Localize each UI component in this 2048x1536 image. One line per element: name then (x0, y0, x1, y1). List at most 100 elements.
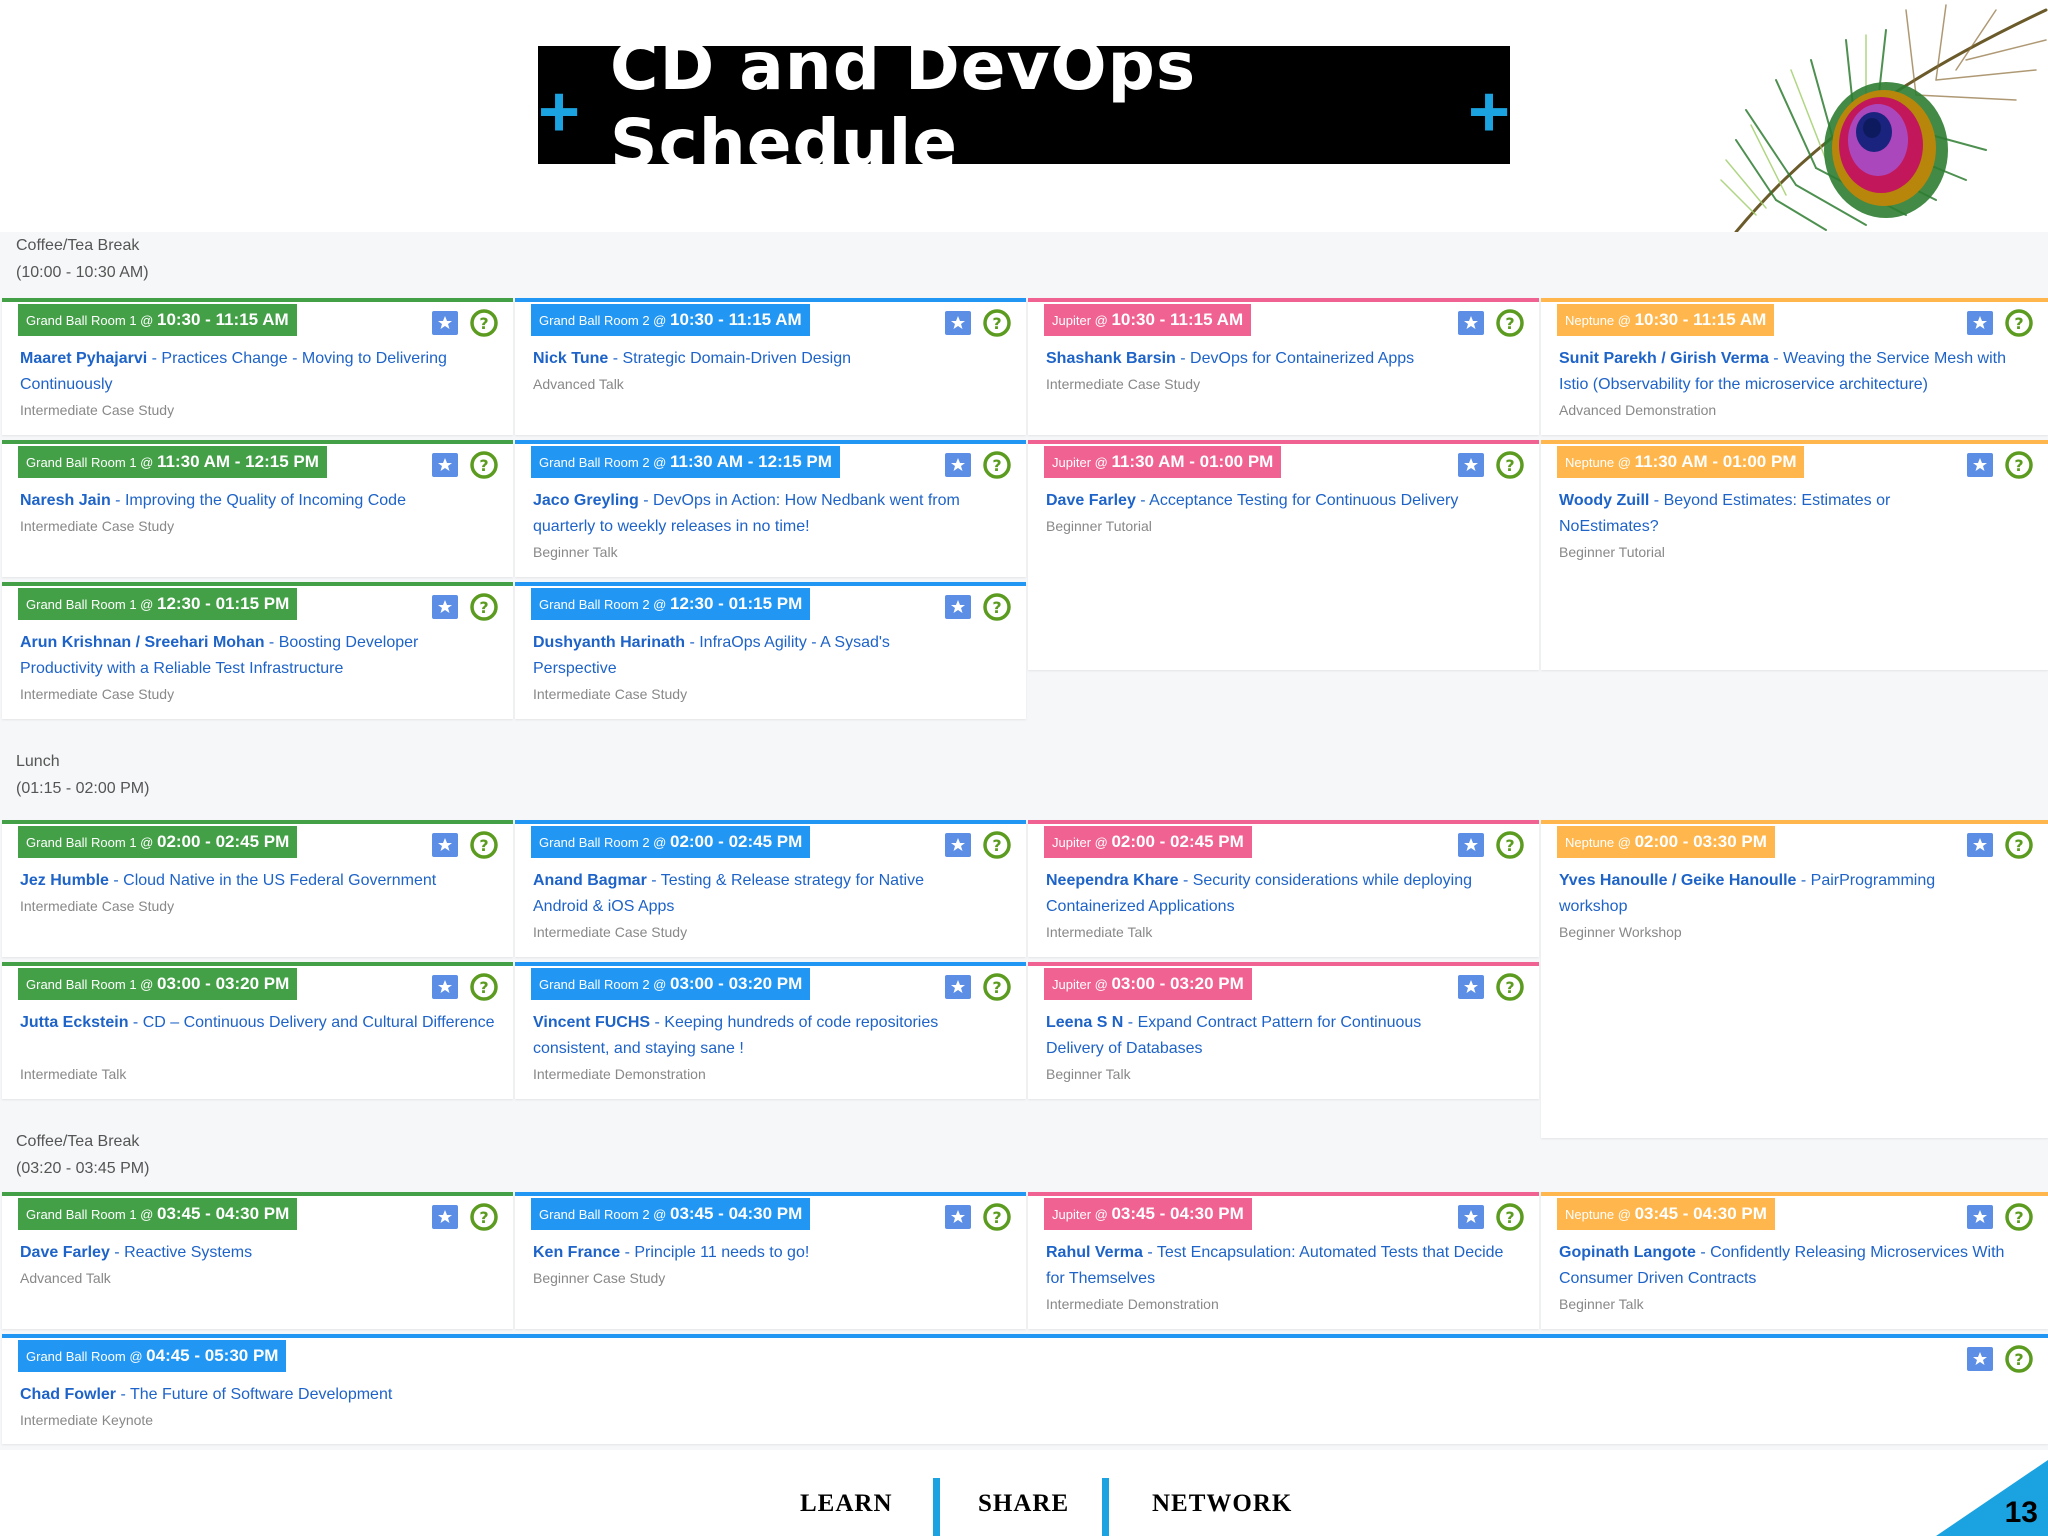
slide-title-box: + CD and DevOps Schedule + (538, 28, 1510, 182)
session-card[interactable]: Grand Ball Room 1 @ 03:45 - 04:30 PM ? D… (2, 1192, 513, 1329)
session-card[interactable]: Jupiter @ 10:30 - 11:15 AM ? Shashank Ba… (1028, 298, 1539, 435)
session-title[interactable]: Yves Hanoulle / Geike Hanoulle - PairPro… (1559, 868, 2008, 920)
session-title[interactable]: Neependra Khare - Security consideration… (1046, 868, 1525, 920)
session-title[interactable]: Gopinath Langote - Confidently Releasing… (1559, 1240, 2034, 1292)
session-room-time: Grand Ball Room 1 @ 02:00 - 02:45 PM (18, 826, 298, 858)
session-card[interactable]: Neptune @ 02:00 - 03:30 PM ? Yves Hanoul… (1541, 820, 2048, 1138)
question-icon[interactable]: ? (469, 1202, 499, 1232)
favorite-star-icon[interactable] (1966, 1204, 1994, 1230)
question-icon[interactable]: ? (2004, 1344, 2034, 1374)
session-title[interactable]: Jaco Greyling - DevOps in Action: How Ne… (533, 488, 1012, 540)
favorite-star-icon[interactable] (1966, 1346, 1994, 1372)
session-card[interactable]: Jupiter @ 02:00 - 02:45 PM ? Neependra K… (1028, 820, 1539, 957)
session-title[interactable]: Dave Farley - Acceptance Testing for Con… (1046, 488, 1525, 514)
session-room-time: Grand Ball Room 2 @ 11:30 AM - 12:15 PM (531, 446, 840, 478)
question-icon[interactable]: ? (982, 1202, 1012, 1232)
question-icon[interactable]: ? (982, 308, 1012, 338)
session-title[interactable]: Anand Bagmar - Testing & Release strateg… (533, 868, 976, 920)
favorite-star-icon[interactable] (1966, 832, 1994, 858)
question-icon[interactable]: ? (982, 450, 1012, 480)
session-card-keynote[interactable]: Grand Ball Room @ 04:45 - 05:30 PM ? Cha… (2, 1334, 2048, 1444)
question-icon[interactable]: ? (469, 972, 499, 1002)
favorite-star-icon[interactable] (1457, 452, 1485, 478)
question-icon[interactable]: ? (1495, 972, 1525, 1002)
session-card[interactable]: Grand Ball Room 1 @ 11:30 AM - 12:15 PM … (2, 440, 513, 577)
session-card[interactable]: Neptune @ 03:45 - 04:30 PM ? Gopinath La… (1541, 1192, 2048, 1329)
question-icon[interactable]: ? (1495, 1202, 1525, 1232)
question-icon[interactable]: ? (469, 450, 499, 480)
favorite-star-icon[interactable] (1457, 974, 1485, 1000)
favorite-star-icon[interactable] (944, 594, 972, 620)
session-card[interactable]: Grand Ball Room 2 @ 02:00 - 02:45 PM ? A… (515, 820, 1026, 957)
session-title[interactable]: Naresh Jain - Improving the Quality of I… (20, 488, 499, 514)
favorite-star-icon[interactable] (1457, 310, 1485, 336)
question-icon[interactable]: ? (1495, 830, 1525, 860)
favorite-star-icon[interactable] (431, 832, 459, 858)
session-title[interactable]: Leena S N - Expand Contract Pattern for … (1046, 1010, 1479, 1062)
session-card[interactable]: Grand Ball Room 2 @ 03:00 - 03:20 PM ? V… (515, 962, 1026, 1099)
session-title[interactable]: Jutta Eckstein - CD – Continuous Deliver… (20, 1010, 499, 1036)
session-card[interactable]: Grand Ball Room 1 @ 03:00 - 03:20 PM ? J… (2, 962, 513, 1099)
question-icon[interactable]: ? (469, 592, 499, 622)
question-icon[interactable]: ? (982, 830, 1012, 860)
question-icon[interactable]: ? (982, 972, 1012, 1002)
session-title[interactable]: Dave Farley - Reactive Systems (20, 1240, 499, 1266)
question-icon[interactable]: ? (469, 830, 499, 860)
page-number: 13 (2004, 1496, 2038, 1529)
session-room-time: Grand Ball Room 2 @ 03:00 - 03:20 PM (531, 968, 811, 1000)
session-card[interactable]: Grand Ball Room 1 @ 02:00 - 02:45 PM ? J… (2, 820, 513, 957)
question-icon[interactable]: ? (1495, 308, 1525, 338)
session-title[interactable]: Chad Fowler - The Future of Software Dev… (20, 1382, 2034, 1408)
favorite-star-icon[interactable] (1457, 1204, 1485, 1230)
session-card[interactable]: Grand Ball Room 2 @ 11:30 AM - 12:15 PM … (515, 440, 1026, 577)
favorite-star-icon[interactable] (1966, 310, 1994, 336)
favorite-star-icon[interactable] (431, 594, 459, 620)
session-card[interactable]: Grand Ball Room 1 @ 12:30 - 01:15 PM ? A… (2, 582, 513, 719)
favorite-star-icon[interactable] (431, 1204, 459, 1230)
question-icon[interactable]: ? (2004, 308, 2034, 338)
session-title[interactable]: Sunit Parekh / Girish Verma - Weaving th… (1559, 346, 2034, 398)
question-icon[interactable]: ? (1495, 450, 1525, 480)
question-icon[interactable]: ? (469, 308, 499, 338)
footer-share: SHARE (978, 1490, 1070, 1517)
favorite-star-icon[interactable] (944, 832, 972, 858)
svg-text:?: ? (992, 314, 1001, 333)
session-title[interactable]: Ken France - Principle 11 needs to go! (533, 1240, 1012, 1266)
session-card[interactable]: Grand Ball Room 2 @ 03:45 - 04:30 PM ? K… (515, 1192, 1026, 1329)
favorite-star-icon[interactable] (944, 974, 972, 1000)
session-card[interactable]: Grand Ball Room 2 @ 12:30 - 01:15 PM ? D… (515, 582, 1026, 719)
favorite-star-icon[interactable] (431, 974, 459, 1000)
session-card[interactable]: Neptune @ 10:30 - 11:15 AM ? Sunit Parek… (1541, 298, 2048, 435)
question-icon[interactable]: ? (2004, 1202, 2034, 1232)
session-card[interactable]: Jupiter @ 03:00 - 03:20 PM ? Leena S N -… (1028, 962, 1539, 1099)
favorite-star-icon[interactable] (431, 452, 459, 478)
favorite-star-icon[interactable] (944, 1204, 972, 1230)
peacock-feather-image (1720, 4, 2048, 232)
session-title[interactable]: Arun Krishnan / Sreehari Mohan - Boostin… (20, 630, 453, 682)
session-card[interactable]: Jupiter @ 11:30 AM - 01:00 PM ? Dave Far… (1028, 440, 1539, 670)
session-title[interactable]: Woody Zuill - Beyond Estimates: Estimate… (1559, 488, 1928, 540)
svg-text:?: ? (1505, 1208, 1514, 1227)
session-title[interactable]: Vincent FUCHS - Keeping hundreds of code… (533, 1010, 1012, 1062)
favorite-star-icon[interactable] (944, 310, 972, 336)
favorite-star-icon[interactable] (431, 310, 459, 336)
session-title[interactable]: Shashank Barsin - DevOps for Containeriz… (1046, 346, 1525, 372)
question-icon[interactable]: ? (982, 592, 1012, 622)
favorite-star-icon[interactable] (1966, 452, 1994, 478)
session-title[interactable]: Nick Tune - Strategic Domain-Driven Desi… (533, 346, 1012, 372)
question-icon[interactable]: ? (2004, 450, 2034, 480)
favorite-star-icon[interactable] (1457, 832, 1485, 858)
question-icon[interactable]: ? (2004, 830, 2034, 860)
favorite-star-icon[interactable] (944, 452, 972, 478)
session-card[interactable]: Jupiter @ 03:45 - 04:30 PM ? Rahul Verma… (1028, 1192, 1539, 1329)
session-card[interactable]: Grand Ball Room 2 @ 10:30 - 11:15 AM ? N… (515, 298, 1026, 435)
session-room-time: Neptune @ 11:30 AM - 01:00 PM (1557, 446, 1805, 478)
session-title[interactable]: Maaret Pyhajarvi - Practices Change - Mo… (20, 346, 499, 398)
session-card[interactable]: Grand Ball Room 1 @ 10:30 - 11:15 AM ? M… (2, 298, 513, 435)
session-title[interactable]: Jez Humble - Cloud Native in the US Fede… (20, 868, 499, 894)
session-title[interactable]: Rahul Verma - Test Encapsulation: Automa… (1046, 1240, 1525, 1292)
svg-text:?: ? (479, 978, 488, 997)
slide-title: CD and DevOps Schedule (610, 28, 1197, 182)
session-title[interactable]: Dushyanth Harinath - InfraOps Agility - … (533, 630, 946, 682)
session-card[interactable]: Neptune @ 11:30 AM - 01:00 PM ? Woody Zu… (1541, 440, 2048, 670)
